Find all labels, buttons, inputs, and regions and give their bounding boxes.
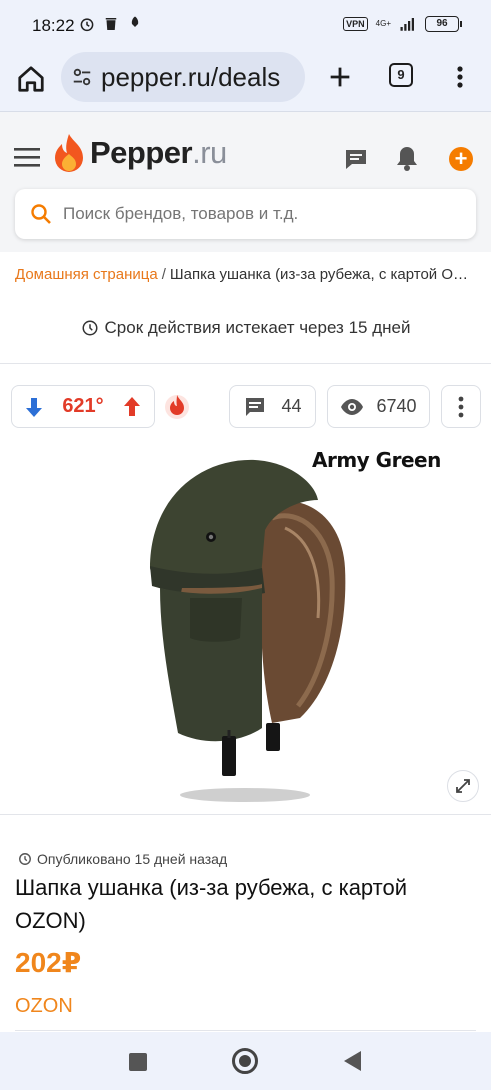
hot-fire-icon: [165, 395, 189, 419]
expiry-text: Срок действия истекает через 15 дней: [104, 318, 411, 337]
search-bar[interactable]: [15, 189, 476, 239]
comment-icon: [246, 397, 265, 416]
vote-up-arrow-icon[interactable]: [122, 396, 142, 418]
menu-icon[interactable]: [14, 146, 40, 168]
status-time: 18:22: [32, 16, 75, 35]
home-icon[interactable]: [16, 64, 46, 94]
pepper-logo[interactable]: Pepper.ru: [52, 132, 227, 174]
battery-indicator: 96: [425, 16, 462, 32]
deal-title: Шапка ушанка (из-за рубежа, с картой OZO…: [15, 875, 408, 933]
expand-image-button[interactable]: [447, 770, 479, 802]
flame-logo-icon: [55, 134, 83, 172]
status-notification-icons: [78, 15, 144, 33]
browser-toolbar: pepper.ru/deals 9: [0, 50, 491, 112]
breadcrumb-current: Шапка ушанка (из-за рубежа, с картой OZO…: [169, 266, 475, 283]
breadcrumb-separator: /: [161, 266, 166, 283]
status-system-icons: VPN 4G+ 96: [343, 15, 462, 33]
divider: [0, 814, 491, 815]
vote-down-arrow-icon[interactable]: [24, 396, 44, 418]
trash-icon: [105, 18, 117, 30]
android-nav-bar: [0, 1032, 491, 1090]
site-settings-icon[interactable]: [71, 66, 93, 88]
breadcrumb-home-link[interactable]: Домашняя страница: [15, 266, 158, 283]
recent-apps-button[interactable]: [129, 1053, 147, 1071]
url-text: pepper.ru/deals: [101, 61, 281, 92]
logo-suffix: .ru: [192, 135, 227, 170]
vote-widget: 621°: [11, 385, 155, 428]
merchant-link[interactable]: OZON: [15, 995, 73, 1018]
comments-count: 44: [281, 396, 302, 416]
expand-icon: [456, 779, 470, 793]
clock-icon: [19, 853, 31, 865]
eye-icon: [341, 398, 364, 415]
clock-icon: [82, 320, 98, 336]
back-button[interactable]: [344, 1051, 361, 1071]
more-vert-icon: [458, 396, 464, 417]
status-bar: 18:22 VPN 4G+ 96: [0, 0, 491, 50]
divider: [15, 1030, 476, 1031]
vpn-rocket-icon: [131, 16, 139, 27]
chat-icon[interactable]: [343, 146, 369, 172]
expiry-notice: Срок действия истекает через 15 дней: [0, 318, 491, 338]
notifications-bell-icon[interactable]: [394, 144, 420, 172]
alarm-icon: [80, 18, 94, 32]
views-count: 6740: [376, 396, 417, 416]
more-vert-icon[interactable]: [450, 62, 470, 92]
signal-icon: [400, 18, 414, 31]
new-tab-icon[interactable]: [326, 63, 354, 91]
search-icon: [31, 204, 51, 224]
divider: [0, 363, 491, 364]
comments-button[interactable]: 44: [229, 385, 316, 428]
published-text: Опубликовано 15 дней назад: [37, 851, 228, 867]
address-bar[interactable]: pepper.ru/deals: [61, 52, 305, 102]
vpn-badge: VPN: [343, 17, 368, 31]
published-time: Опубликовано 15 дней назад: [18, 851, 227, 867]
deal-temperature: 621°: [62, 395, 104, 417]
deal-image[interactable]: Army Green: [0, 438, 491, 813]
add-deal-button[interactable]: +: [449, 147, 473, 171]
logo-text: Pepper: [90, 135, 193, 170]
ushanka-hat-image: [150, 459, 346, 802]
search-input[interactable]: [63, 204, 463, 224]
network-type: 4G+: [375, 19, 391, 28]
more-options-button[interactable]: [441, 385, 481, 428]
deal-price: 202₽: [15, 947, 82, 978]
tab-switcher-button[interactable]: 9: [389, 63, 413, 87]
site-header: Pepper.ru +: [0, 112, 491, 252]
home-button[interactable]: [232, 1048, 258, 1074]
views-counter: 6740: [327, 385, 430, 428]
breadcrumb: Домашняя страница / Шапка ушанка (из-за ру…: [15, 266, 475, 283]
